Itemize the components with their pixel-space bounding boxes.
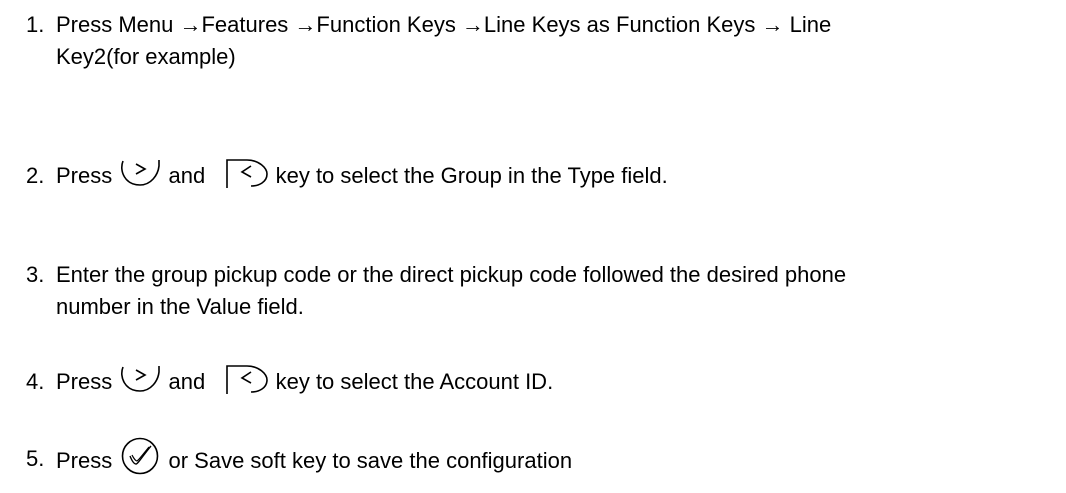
step-text-before: Press <box>56 447 113 473</box>
left-navigation-key-icon <box>225 158 269 189</box>
right-navigation-key-icon <box>118 364 162 394</box>
step-text-after: key to select the Account ID. <box>275 369 554 394</box>
step-text-before: Press <box>56 163 113 188</box>
step-text-middle: and <box>168 369 206 394</box>
step-text-continued: Key2(for example) <box>56 44 236 69</box>
step-number: 3. <box>26 262 45 287</box>
step-number: 5. <box>26 446 45 471</box>
step-number: 4. <box>26 369 45 394</box>
step-text: Enter the group pickup code or the direc… <box>56 262 847 287</box>
ok-key-icon <box>118 436 162 476</box>
step-text-before: Press <box>56 369 113 394</box>
step-text-after: key to select the Group in the Type fiel… <box>275 163 668 188</box>
step-text: Press and key to select the Account ID. <box>56 365 553 398</box>
step-text: Press and key to select the Group in the… <box>56 159 668 192</box>
step-number: 2. <box>26 163 45 188</box>
step-text-after: or Save soft key to save the configurati… <box>168 447 573 473</box>
step-text: Press or Save soft key to save the confi… <box>56 437 573 482</box>
step-number: 1. <box>26 12 45 37</box>
step-text-continued: number in the Value field. <box>56 294 304 319</box>
step-text-middle: and <box>168 163 206 188</box>
right-navigation-key-icon <box>118 158 162 188</box>
step-text: Press Menu →Features →Function Keys →Lin… <box>56 12 832 37</box>
left-navigation-key-icon <box>225 364 269 395</box>
